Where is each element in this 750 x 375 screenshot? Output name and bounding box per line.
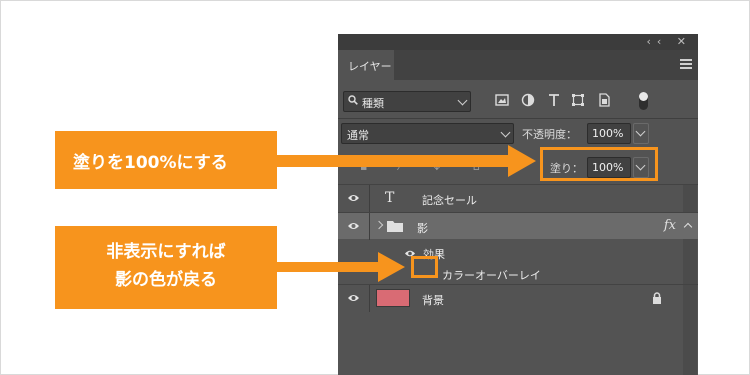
callout-hide-line1: 非表示にすれば <box>106 242 226 262</box>
callout-hide-effect: 非表示にすれば 影の色が戻る <box>55 226 277 309</box>
layers-panel: ‹‹ ✕ レイヤー 種類 通常 不透明度： 100% ▪ ⁄ ✥ ⌂ 塗り： 1… <box>338 34 698 375</box>
adjustment-layer-filter-icon[interactable] <box>521 93 535 107</box>
panel-tab-bar: レイヤー <box>338 50 698 80</box>
layer-thumbnail <box>376 289 410 307</box>
highlight-effect-visibility-box <box>411 256 438 278</box>
visibility-cell[interactable] <box>338 285 370 312</box>
tab-layers[interactable]: レイヤー <box>338 50 394 80</box>
visibility-cell[interactable] <box>338 185 370 212</box>
blend-mode-select[interactable]: 通常 <box>341 123 514 144</box>
callout-hide-line2: 影の色が戻る <box>115 270 217 290</box>
layer-name: 記念セール <box>422 194 477 207</box>
text-layer-icon: T <box>385 190 395 206</box>
visibility-cell[interactable] <box>338 213 370 240</box>
opacity-field[interactable]: 100% <box>587 123 631 144</box>
kind-filter-select[interactable]: 種類 <box>343 91 471 112</box>
eye-icon[interactable] <box>347 221 360 231</box>
blend-row: 通常 不透明度： 100% <box>338 122 698 146</box>
layer-name: 影 <box>417 222 428 235</box>
collapse-close-icons[interactable]: ‹‹ ✕ <box>646 35 692 48</box>
opacity-label: 不透明度： <box>522 128 577 141</box>
lock-icons: ▪ ⁄ ✥ ⌂ <box>360 160 494 173</box>
folder-icon <box>387 221 403 232</box>
highlight-fill-box <box>540 147 658 181</box>
kind-filter-label: 種類 <box>362 97 384 110</box>
eye-icon[interactable] <box>347 293 360 303</box>
chevron-down-icon <box>635 126 646 137</box>
chevron-up-icon[interactable] <box>683 222 693 232</box>
effect-item-color-overlay: カラーオーバーレイ <box>442 269 541 282</box>
chevron-down-icon <box>500 127 511 138</box>
search-icon <box>348 95 358 105</box>
effects-list: 効果 カラーオーバーレイ <box>338 240 698 286</box>
chevron-right-icon[interactable] <box>374 220 384 230</box>
layer-row-group[interactable]: 影 fx <box>338 212 698 240</box>
smart-object-filter-icon[interactable] <box>597 93 611 107</box>
effects-badge[interactable]: fx <box>664 218 676 233</box>
opacity-dropdown[interactable] <box>633 123 649 144</box>
blend-mode-value: 通常 <box>347 129 369 142</box>
layer-name: 背景 <box>422 294 444 307</box>
chevron-down-icon <box>457 95 468 106</box>
layer-row-background[interactable]: 背景 <box>338 284 698 312</box>
divider <box>338 118 698 119</box>
callout-fill-text: 塗りを100%にする <box>73 153 228 173</box>
layer-row-text[interactable]: T 記念セール <box>338 184 698 212</box>
eye-icon[interactable] <box>347 193 360 203</box>
callout-fill: 塗りを100%にする <box>55 131 277 189</box>
filter-toggle[interactable] <box>639 92 648 110</box>
panel-menu-icon[interactable] <box>680 59 692 69</box>
pixel-layer-filter-icon[interactable] <box>495 93 509 107</box>
filter-row: 種類 <box>338 89 698 115</box>
toggle-knob <box>639 92 648 101</box>
lock-icon <box>653 292 661 304</box>
type-layer-filter-icon[interactable] <box>547 93 561 107</box>
shape-layer-filter-icon[interactable] <box>571 93 585 107</box>
panel-title-bar: ‹‹ ✕ <box>338 34 698 50</box>
